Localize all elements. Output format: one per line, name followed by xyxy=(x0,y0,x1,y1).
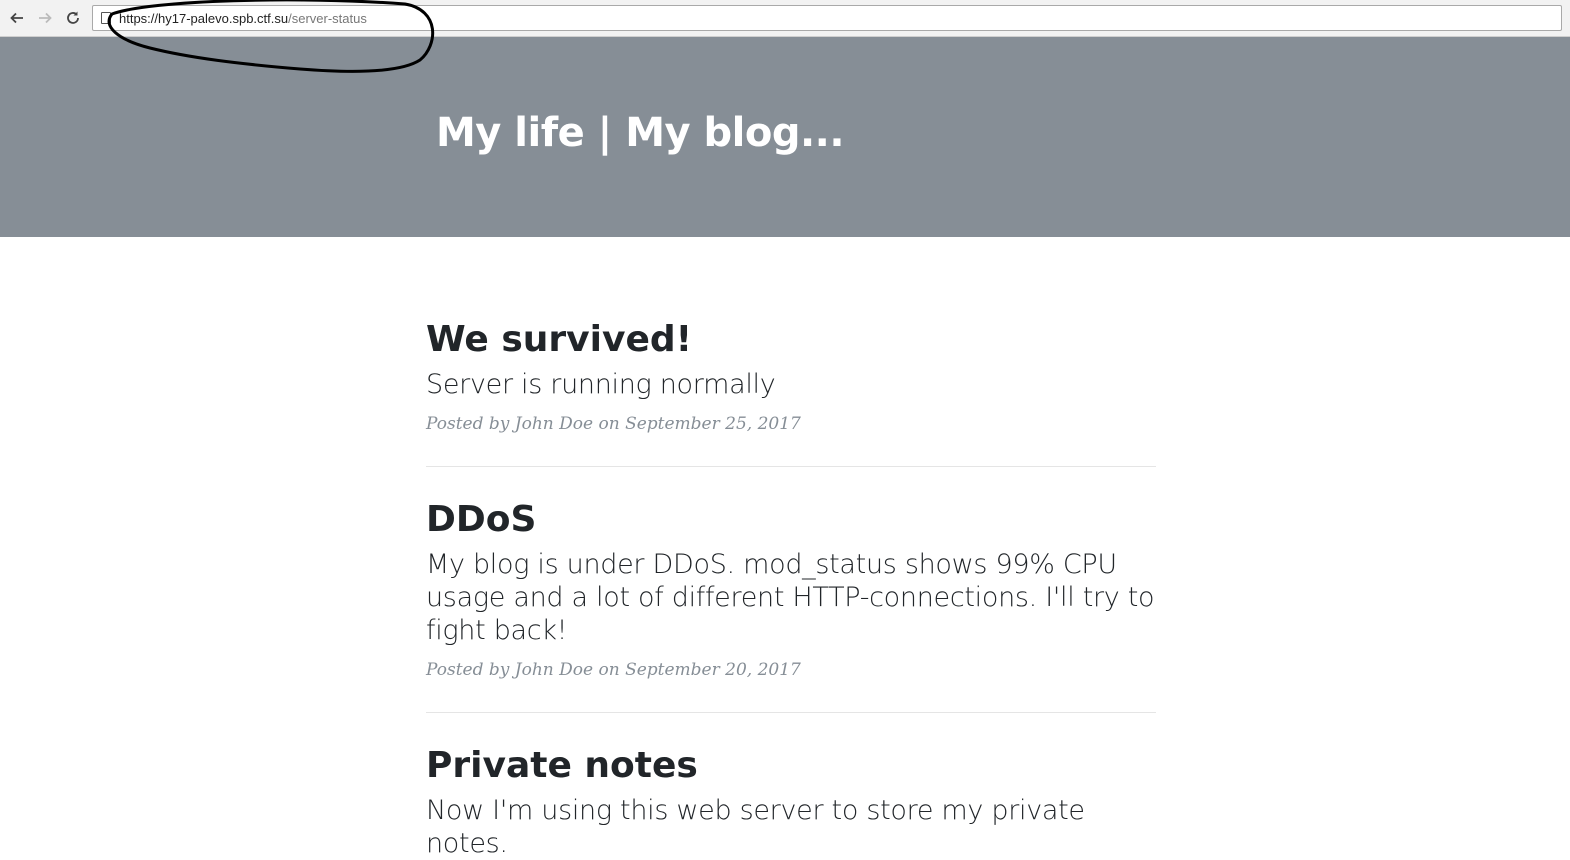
post-title[interactable]: DDoS xyxy=(426,499,1156,541)
post-title[interactable]: Private notes xyxy=(426,745,1156,787)
url-host: https://hy17-palevo.spb.ctf.su xyxy=(119,11,289,26)
post-preview[interactable]: DDoS My blog is under DDoS. mod_status s… xyxy=(426,467,1156,713)
site-title: My life | My blog... xyxy=(436,110,845,156)
post-subtitle[interactable]: Now I'm using this web server to store m… xyxy=(426,794,1156,860)
back-button[interactable] xyxy=(6,7,28,29)
arrow-left-icon xyxy=(10,12,23,24)
post-author[interactable]: John Doe xyxy=(515,414,593,434)
post-date: September 20, 2017 xyxy=(625,660,801,680)
post-preview[interactable]: We survived! Server is running normally … xyxy=(426,237,1156,467)
meta-on: on xyxy=(598,414,620,434)
meta-prefix: Posted by xyxy=(426,660,510,680)
url-text[interactable]: https://hy17-palevo.spb.ctf.su/server-st… xyxy=(119,11,367,26)
meta-on: on xyxy=(598,660,620,680)
post-meta: Posted by John Doe on September 20, 2017 xyxy=(426,659,1156,681)
arrow-right-icon xyxy=(39,12,52,24)
post-subtitle[interactable]: Server is running normally xyxy=(426,368,1156,401)
post-preview[interactable]: Private notes Now I'm using this web ser… xyxy=(426,713,1156,860)
post-list: We survived! Server is running normally … xyxy=(426,237,1156,860)
forward-button[interactable] xyxy=(34,7,56,29)
meta-prefix: Posted by xyxy=(426,414,510,434)
post-title[interactable]: We survived! xyxy=(426,319,1156,361)
reload-icon xyxy=(67,11,79,24)
address-bar[interactable]: https://hy17-palevo.spb.ctf.su/server-st… xyxy=(92,5,1562,31)
browser-toolbar: https://hy17-palevo.spb.ctf.su/server-st… xyxy=(0,0,1570,37)
url-path: /server-status xyxy=(288,11,367,26)
post-subtitle[interactable]: My blog is under DDoS. mod_status shows … xyxy=(426,548,1156,647)
post-author[interactable]: John Doe xyxy=(515,660,593,680)
post-date: September 25, 2017 xyxy=(625,414,801,434)
page-icon xyxy=(101,12,111,24)
site-header: My life | My blog... xyxy=(0,37,1570,237)
reload-button[interactable] xyxy=(62,7,84,29)
post-meta: Posted by John Doe on September 25, 2017 xyxy=(426,413,1156,435)
